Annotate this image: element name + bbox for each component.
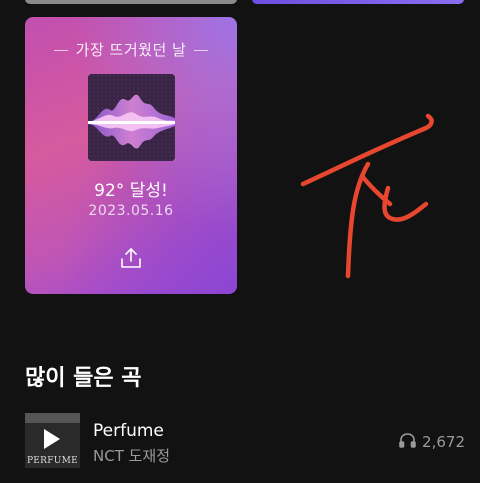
share-icon[interactable] xyxy=(119,246,143,270)
song-artist: NCT 도재정 xyxy=(93,447,171,465)
album-art-band xyxy=(25,413,80,423)
title-dash-right xyxy=(194,50,209,51)
hottest-day-card[interactable]: 가장 뜨거웠던 날 92° 달성! 2023.05.16 xyxy=(25,17,237,294)
song-title: Perfume xyxy=(93,421,164,441)
play-count: 2,672 xyxy=(399,432,465,452)
song-row[interactable]: PERFUME Perfume NCT 도재정 2,672 xyxy=(25,413,465,469)
headphones-icon xyxy=(399,432,416,452)
card-title-text: 가장 뜨거웠던 날 xyxy=(75,41,187,59)
album-art[interactable]: PERFUME xyxy=(25,413,80,468)
title-dash-left xyxy=(53,50,68,51)
handwritten-signature xyxy=(298,108,443,280)
play-count-value: 2,672 xyxy=(422,433,465,451)
sound-wave-image xyxy=(88,74,175,161)
album-logo-text: PERFUME xyxy=(26,456,79,466)
previous-card-left[interactable] xyxy=(25,0,237,4)
previous-card-right[interactable] xyxy=(252,0,464,4)
card-title: 가장 뜨거웠던 날 xyxy=(25,39,237,60)
date-label: 2023.05.16 xyxy=(88,203,174,219)
temperature-label: 92° 달성! xyxy=(94,181,168,201)
play-icon[interactable] xyxy=(44,429,60,449)
section-title-most-played: 많이 들은 곡 xyxy=(25,366,142,391)
